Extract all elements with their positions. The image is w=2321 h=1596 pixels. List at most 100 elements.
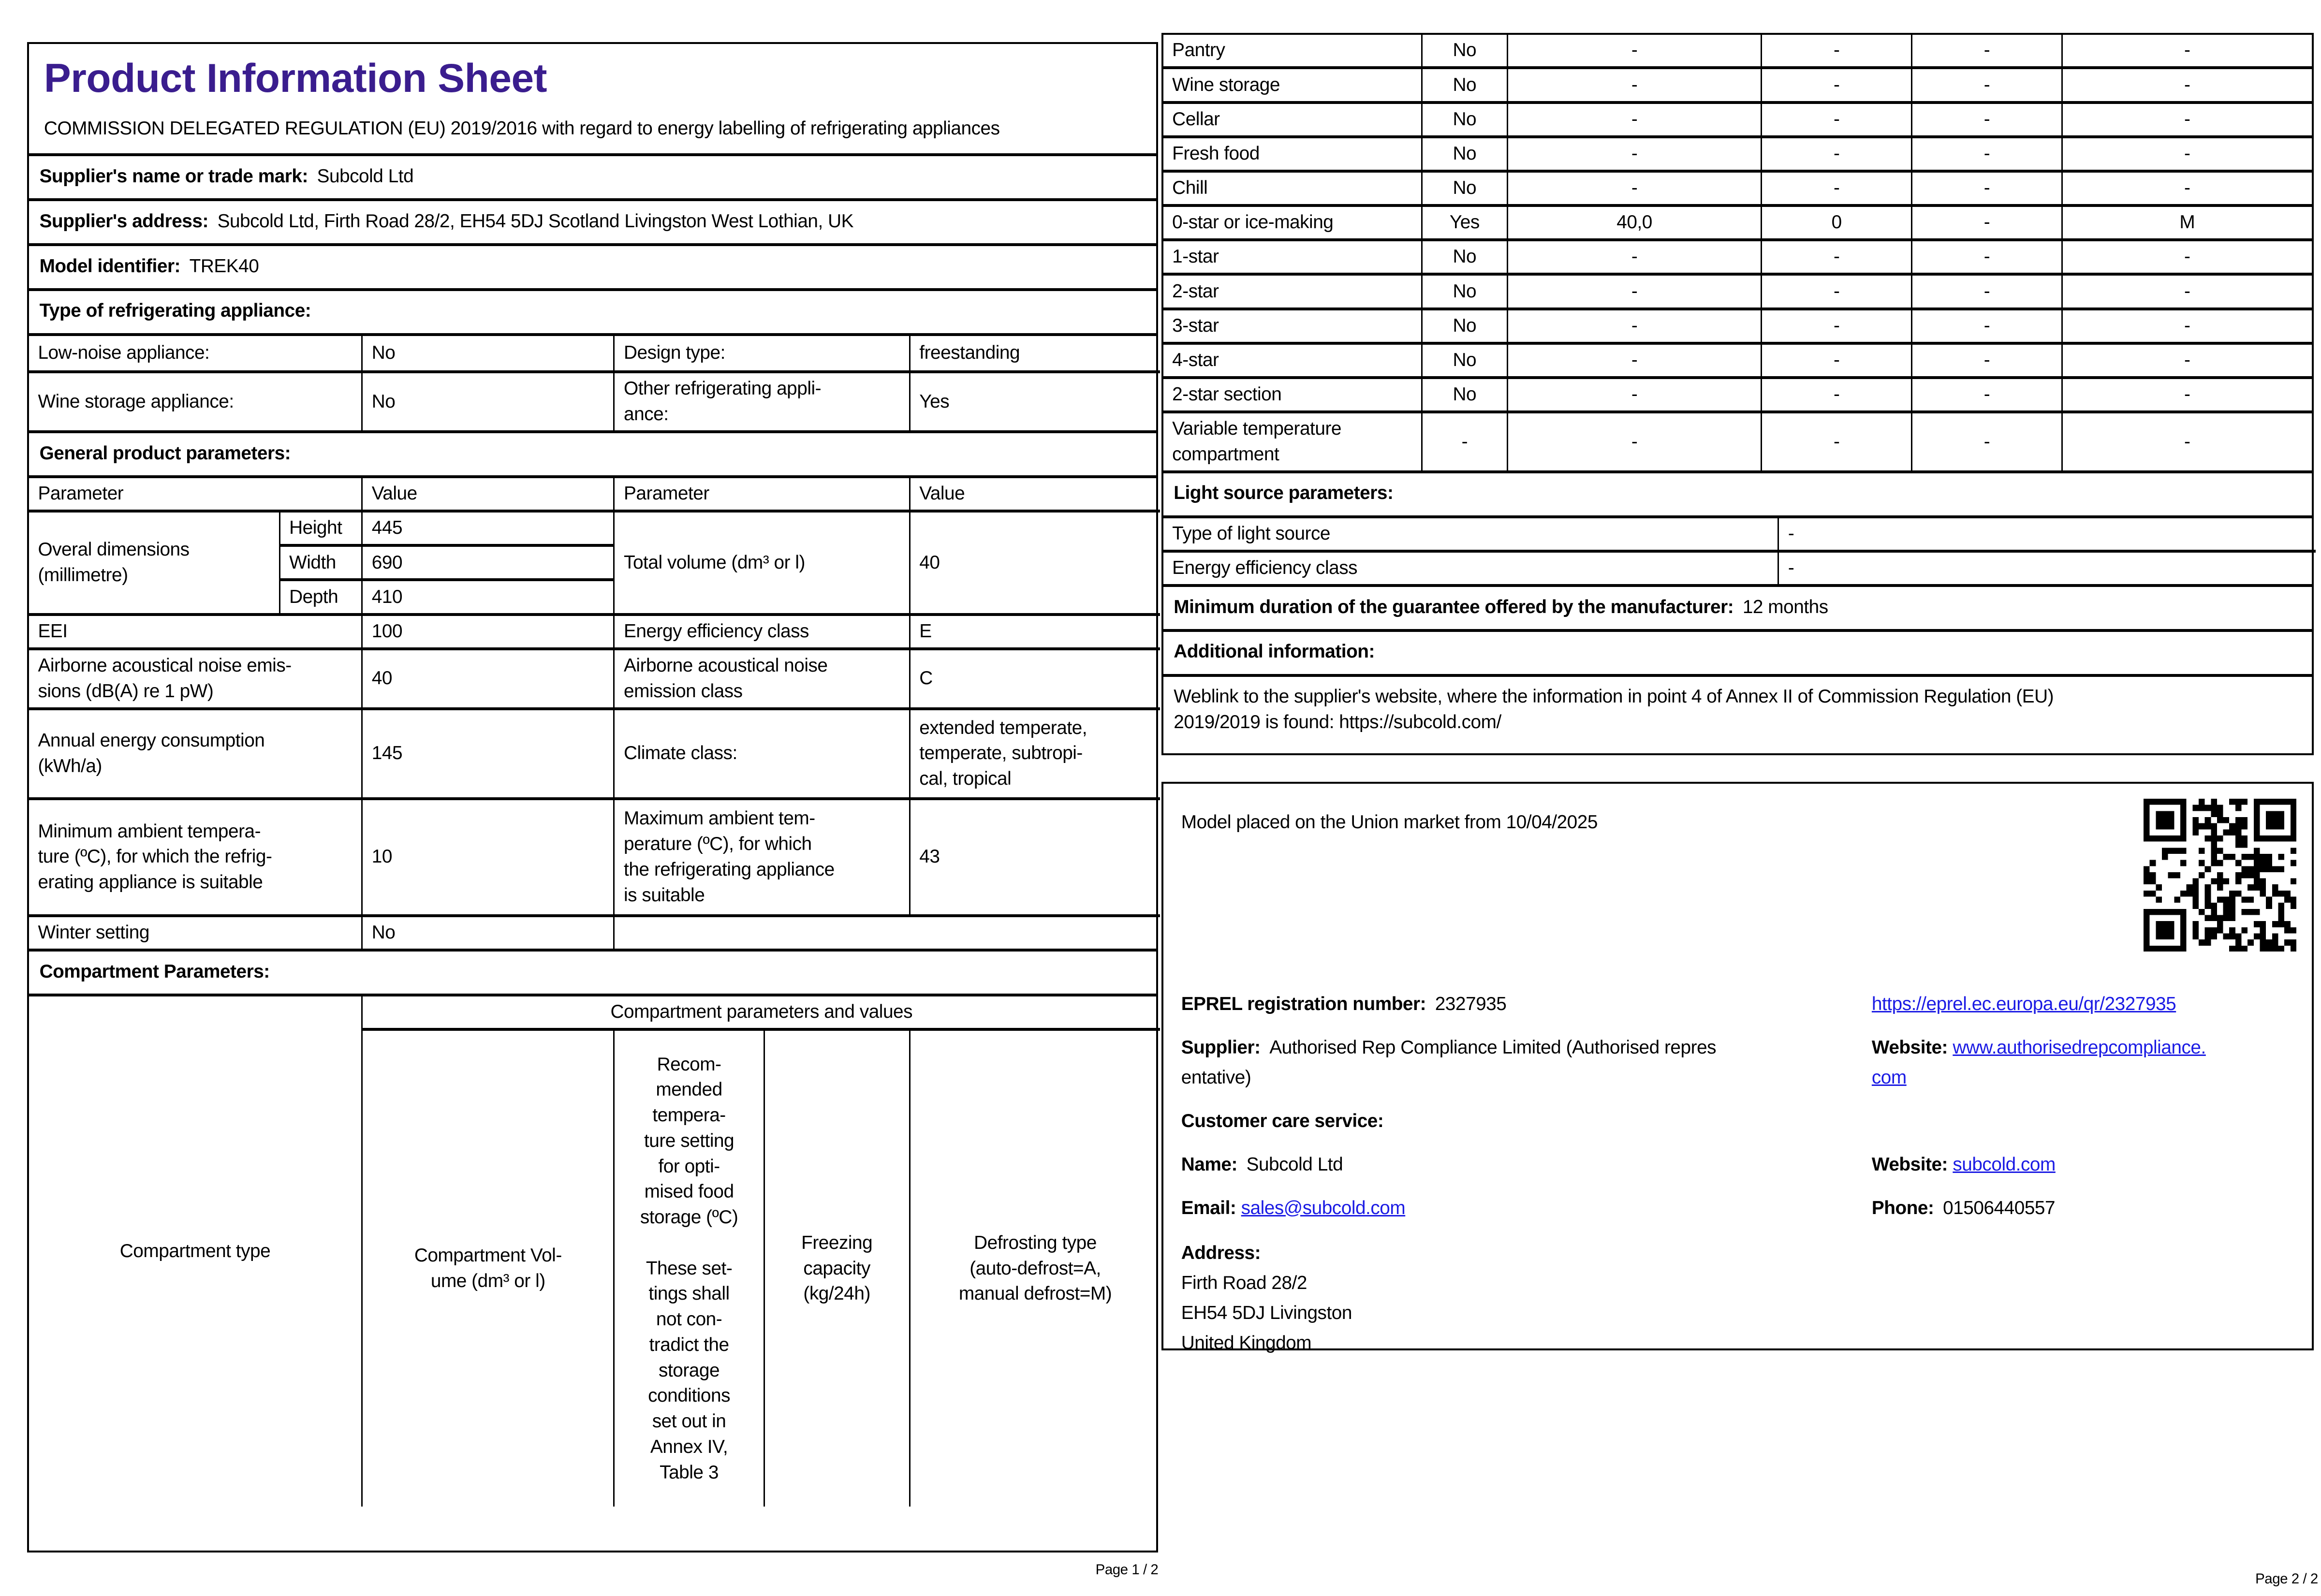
column-header: Parameter xyxy=(613,477,911,513)
supplier-website-label: Website: xyxy=(1871,1037,1948,1058)
compartment-volume-cell: - xyxy=(1506,33,1763,70)
supplier-name-row: Supplier's name or trade mark: Subcold Lt… xyxy=(29,153,1157,198)
care-name-label: Name: xyxy=(1181,1154,1238,1175)
page-1: Product Information Sheet COMMISSION DEL… xyxy=(27,42,1161,1553)
care-name-row: Name: Subcold Ltd Website: subcold.com xyxy=(1181,1150,2294,1180)
value-cell: No xyxy=(361,334,615,374)
compartment-volume-cell: 40,0 xyxy=(1506,204,1763,242)
model-identifier-label: Model identifier: xyxy=(39,255,181,277)
care-phone-value: 01506440557 xyxy=(1943,1197,2056,1218)
care-email-link[interactable]: sales@subcold.com xyxy=(1241,1198,1406,1218)
param-cell: EEI xyxy=(28,613,363,650)
compartment-present-cell: No xyxy=(1421,101,1508,138)
page-title: Product Information Sheet xyxy=(44,55,547,101)
care-website-link[interactable]: subcold.com xyxy=(1953,1154,2056,1175)
market-row: Model placed on the Union market from 10… xyxy=(1181,798,2297,976)
model-identifier-value: TREK40 xyxy=(189,255,259,277)
compartment-row: Pantry No - - - - xyxy=(1162,33,2313,70)
param-cell: Design type: xyxy=(613,334,911,374)
compartment-type-cell: 1-star xyxy=(1162,238,1423,276)
care-name-value: Subcold Ltd xyxy=(1246,1154,1343,1175)
dimension-label: Depth xyxy=(279,578,363,616)
compartment-values-table: Pantry No - - - - Wine storage No - - - - Cellar No - -… xyxy=(1162,33,2313,472)
dimension-value: 690 xyxy=(361,544,615,582)
compartment-temp-cell: - xyxy=(1761,341,1913,379)
compartment-present-cell: No xyxy=(1421,135,1508,173)
light-source-label: Light source parameters: xyxy=(1174,483,1394,504)
care-email-label: Email: xyxy=(1181,1197,1236,1218)
page-2-lower-box: Model placed on the Union market from 10… xyxy=(1161,781,2314,1353)
compartment-row: 0-star or ice-making Yes 40,0 0- M xyxy=(1162,204,2313,242)
general-parameters-heading: General product parameters: xyxy=(29,430,1157,475)
page-2-upper-box: Pantry No - - - - Wine storage No - - - - Cellar No - -… xyxy=(1161,33,2316,755)
dimension-value: 410 xyxy=(361,578,615,616)
compartment-temp-cell: 0 xyxy=(1761,204,1913,242)
column-header: Parameter xyxy=(28,477,363,513)
defrosting-header: Defrosting type (auto-defrost=A, manual … xyxy=(909,1028,1161,1508)
weblink-paragraph: Weblink to the supplier's website, where… xyxy=(1163,674,2312,753)
compartment-temp-cell: - xyxy=(1761,238,1913,276)
temperature-header: Recom- mended tempera- ture setting for … xyxy=(613,1028,765,1508)
compartment-type-cell: Pantry xyxy=(1162,33,1423,70)
supplier-value: Authorised Rep Compliance Limited (Autho… xyxy=(1181,1037,1717,1088)
value-cell: extended temperate, temperate, subtropi-… xyxy=(909,707,1161,800)
compartment-parameters-label: Compartment Parameters: xyxy=(39,961,270,982)
column-header: Value xyxy=(361,477,615,513)
compartment-row: 2-star No - - - - xyxy=(1162,273,2313,310)
compartment-temp-cell: - xyxy=(1761,169,1913,207)
compartment-row: Wine storage No - - - - xyxy=(1162,66,2313,104)
compartment-present-cell: No xyxy=(1421,376,1508,413)
param-cell: Energy efficiency class xyxy=(1162,549,1779,586)
compartment-freezing-cell: - xyxy=(1911,33,2063,70)
supplier-name-value: Subcold Ltd xyxy=(317,165,414,187)
light-source-section: Type of light source - Energy efficiency… xyxy=(1162,515,2316,586)
page-2-footer: Page 2 / 2 xyxy=(2255,1570,2318,1587)
param-cell: Maximum ambient tem- perature (ºC), for … xyxy=(613,797,911,917)
compartment-type-cell: 4-star xyxy=(1162,341,1423,379)
dimension-label: Height xyxy=(279,510,363,547)
eprel-label: EPREL registration number: xyxy=(1181,993,1426,1014)
compartment-freezing-cell: - xyxy=(1911,66,2063,104)
title-section: Product Information Sheet COMMISSION DEL… xyxy=(29,44,1157,153)
compartment-volume-cell: - xyxy=(1506,135,1763,173)
supplier-address-value: Subcold Ltd, Firth Road 28/2, EH54 5DJ S… xyxy=(217,210,854,232)
value-cell: No xyxy=(361,370,615,432)
model-identifier-row: Model identifier: TREK40 xyxy=(29,243,1157,288)
compartment-present-cell: No xyxy=(1421,33,1508,70)
param-cell: Overal dimensions (millimetre) xyxy=(28,510,280,616)
customer-care-heading: Customer care service: xyxy=(1181,1106,2294,1136)
dimension-value: 445 xyxy=(361,510,615,547)
compartment-defrost-cell: - xyxy=(2061,376,2313,413)
compartment-defrost-cell: M xyxy=(2061,204,2313,242)
compartment-volume-cell: - xyxy=(1506,101,1763,138)
table-header-row: Parameter Value Parameter Value xyxy=(28,477,1161,513)
compartment-present-cell: - xyxy=(1421,410,1508,472)
compartment-row: 3-star No - - - - xyxy=(1162,307,2313,345)
general-parameters-table: Parameter Value Parameter Value Overal d… xyxy=(28,477,1161,951)
compartment-row: Chill No - - - - xyxy=(1162,169,2313,207)
compartment-type-cell: 3-star xyxy=(1162,307,1423,345)
supplier-label: Supplier: xyxy=(1181,1037,1261,1058)
value-cell: - xyxy=(1777,516,2316,553)
value-cell: - xyxy=(1777,549,2316,586)
additional-information-label: Additional information: xyxy=(1174,641,1375,662)
table-row: Wine storage appliance: No Other refrige… xyxy=(28,370,1161,432)
compartment-present-cell: No xyxy=(1421,238,1508,276)
compartment-freezing-cell: - xyxy=(1911,341,2063,379)
dimension-label: Width xyxy=(279,544,363,582)
appliance-type-table: Low-noise appliance: No Design type: fre… xyxy=(28,334,1161,432)
guarantee-value: 12 months xyxy=(1742,596,1828,617)
param-cell: Energy efficiency class xyxy=(613,613,911,650)
supplier-name-label: Supplier's name or trade mark: xyxy=(39,165,308,187)
value-cell: 40 xyxy=(361,647,615,710)
compartment-volume-cell: - xyxy=(1506,376,1763,413)
compartment-present-cell: Yes xyxy=(1421,204,1508,242)
light-source-table: Type of light source - Energy efficiency… xyxy=(1162,516,2316,586)
care-phone-label: Phone: xyxy=(1871,1197,1934,1218)
compartment-freezing-cell: - xyxy=(1911,273,2063,310)
eprel-link[interactable]: https://eprel.ec.europa.eu/qr/2327935 xyxy=(1872,994,2176,1014)
compartment-temp-cell: - xyxy=(1761,273,1913,310)
compartment-type-header: Compartment type xyxy=(28,995,363,1508)
value-cell: 100 xyxy=(361,613,615,650)
compartment-row: Cellar No - - - - xyxy=(1162,101,2313,138)
